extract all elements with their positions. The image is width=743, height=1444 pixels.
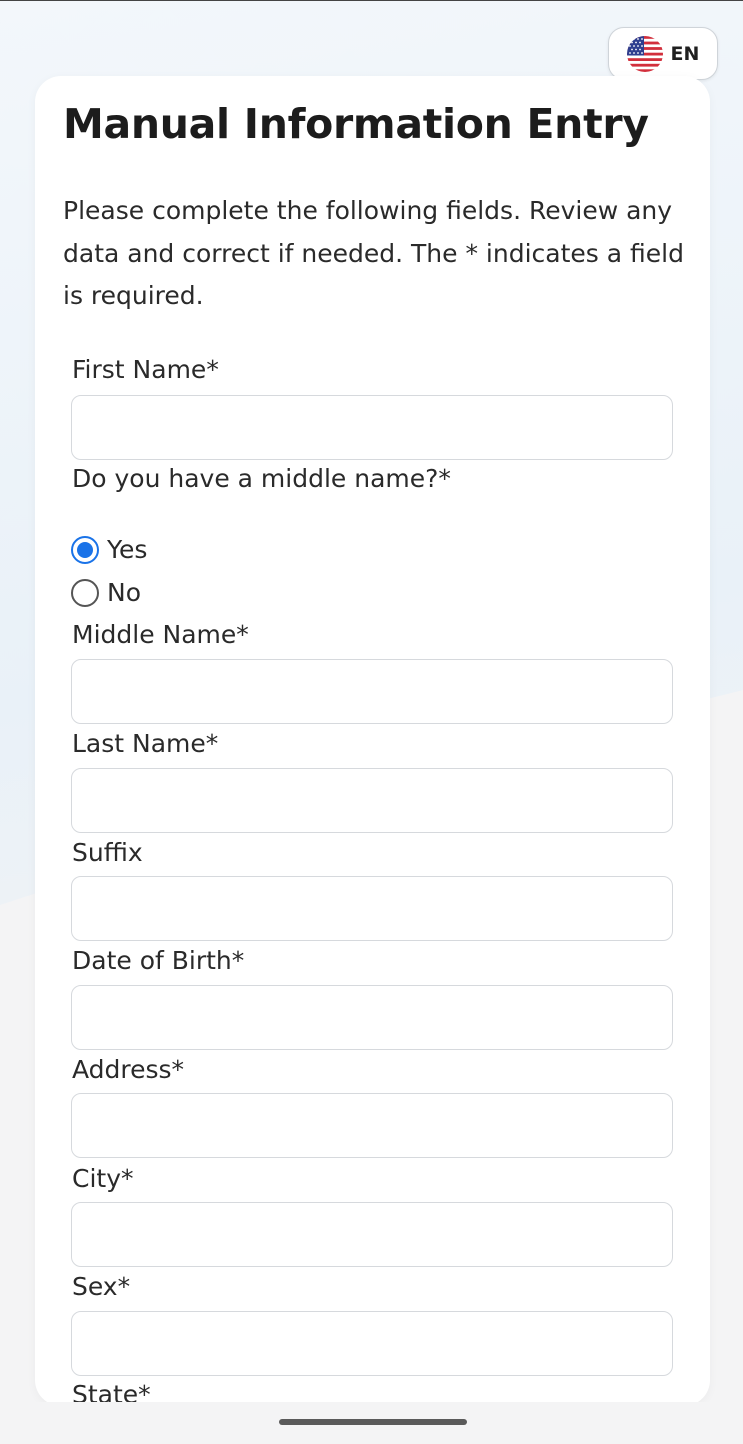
middle-name-question: Do you have a middle name?* xyxy=(72,464,451,493)
last-name-input[interactable] xyxy=(71,768,673,833)
dob-input[interactable] xyxy=(71,985,673,1050)
address-input[interactable] xyxy=(71,1093,673,1158)
language-selector-button[interactable]: EN xyxy=(608,27,718,80)
sex-input[interactable] xyxy=(71,1311,673,1376)
radio-yes-checked[interactable] xyxy=(71,535,99,564)
middle-name-input[interactable] xyxy=(71,659,673,724)
form-instructions: Please complete the following fields. Re… xyxy=(63,196,684,310)
suffix-input[interactable] xyxy=(71,876,673,941)
middle-name-yes-option[interactable]: Yes xyxy=(71,535,147,564)
radio-no-label: No xyxy=(107,578,141,607)
city-input[interactable] xyxy=(71,1202,673,1267)
dob-label: Date of Birth* xyxy=(72,946,245,975)
home-indicator[interactable] xyxy=(279,1419,467,1425)
middle-name-no-option[interactable]: No xyxy=(71,578,141,607)
last-name-label: Last Name* xyxy=(72,729,219,758)
page-title: Manual Information Entry xyxy=(63,100,649,148)
radio-no-unchecked[interactable] xyxy=(71,578,99,607)
first-name-label: First Name* xyxy=(72,355,219,384)
language-code: EN xyxy=(670,42,700,65)
us-flag-icon xyxy=(626,35,663,72)
status-bar-edge xyxy=(0,0,743,1)
sex-label: Sex* xyxy=(72,1272,131,1301)
address-label: Address* xyxy=(72,1055,185,1084)
middle-name-label: Middle Name* xyxy=(72,620,249,649)
city-label: City* xyxy=(72,1164,134,1193)
form-card: Manual Information Entry Please complete… xyxy=(35,76,710,1406)
first-name-input[interactable] xyxy=(71,395,673,460)
suffix-label: Suffix xyxy=(72,838,143,867)
radio-yes-label: Yes xyxy=(107,535,148,564)
